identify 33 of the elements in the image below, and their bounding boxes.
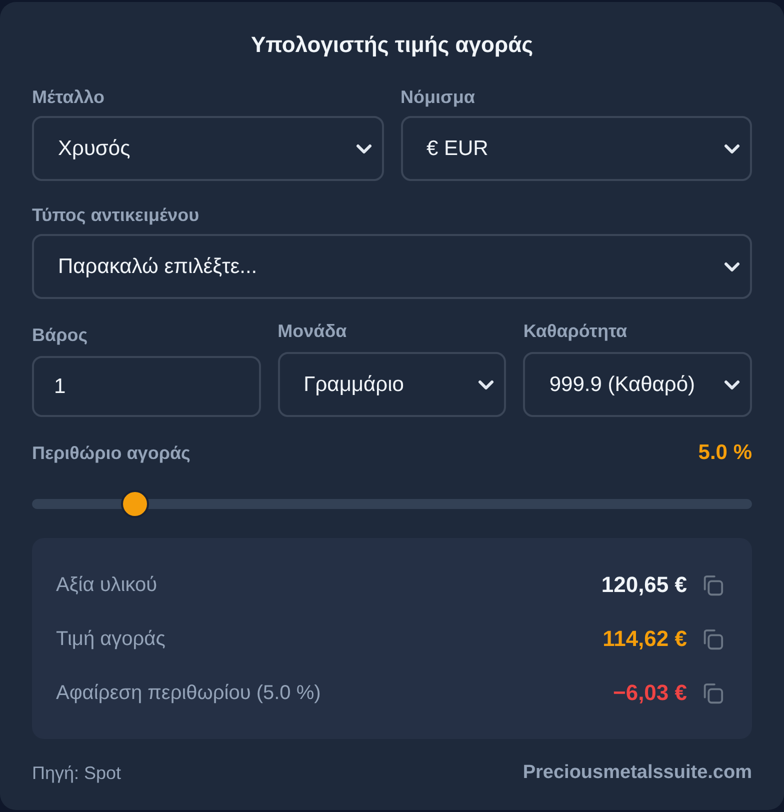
dropdown-field[interactable]: Χρυσός	[32, 116, 384, 181]
margin-slider-track[interactable]	[32, 490, 752, 518]
field-label: Βάρος	[32, 324, 89, 346]
field-label: Μέταλλο	[32, 86, 106, 108]
field-label: Νόμισμα	[400, 86, 476, 108]
chevron-down-icon	[724, 262, 740, 272]
result-label: Αφαίρεση περιθωρίου (5.0 %)	[56, 682, 322, 704]
dropdown-field[interactable]: € EUR	[400, 116, 752, 181]
field-label: Τύπος αντικειμένου	[32, 204, 200, 226]
slider-thumb[interactable]	[120, 490, 149, 518]
chevron-down-icon	[724, 380, 740, 390]
chevron-down-icon	[724, 144, 740, 154]
copy-icon[interactable]	[701, 682, 724, 704]
chevron-down-icon	[478, 380, 494, 390]
card-title: Υπολογιστής τιμής αγοράς	[250, 31, 534, 59]
result-value: 114,62 €	[602, 626, 687, 652]
dropdown-field[interactable]: Παρακαλώ επιλέξτε...	[32, 234, 752, 299]
copy-icon[interactable]	[701, 628, 724, 650]
website-link[interactable]: Preciousmetalssuite.com	[522, 762, 752, 784]
result-value: −6,03 €	[612, 680, 687, 706]
dropdown-field[interactable]: 999.9 (Καθαρό)	[523, 352, 752, 417]
field-label: Μονάδα	[278, 320, 348, 342]
chevron-down-icon	[356, 144, 372, 154]
margin-label: Περιθώριο αγοράς	[32, 442, 190, 464]
source-text: Πηγή: Spot	[32, 762, 122, 784]
margin-reading: 5.0 %	[698, 442, 752, 464]
result-value: 120,65 €	[601, 572, 687, 598]
result-label: Τιμή αγοράς	[56, 628, 166, 650]
result-label: Αξία υλικού	[56, 574, 158, 596]
field-label: Καθαρότητα	[523, 320, 628, 342]
number-input-field[interactable]: 1	[32, 356, 261, 417]
copy-icon[interactable]	[701, 574, 724, 596]
dropdown-field[interactable]: Γραμμάριο	[278, 352, 506, 417]
